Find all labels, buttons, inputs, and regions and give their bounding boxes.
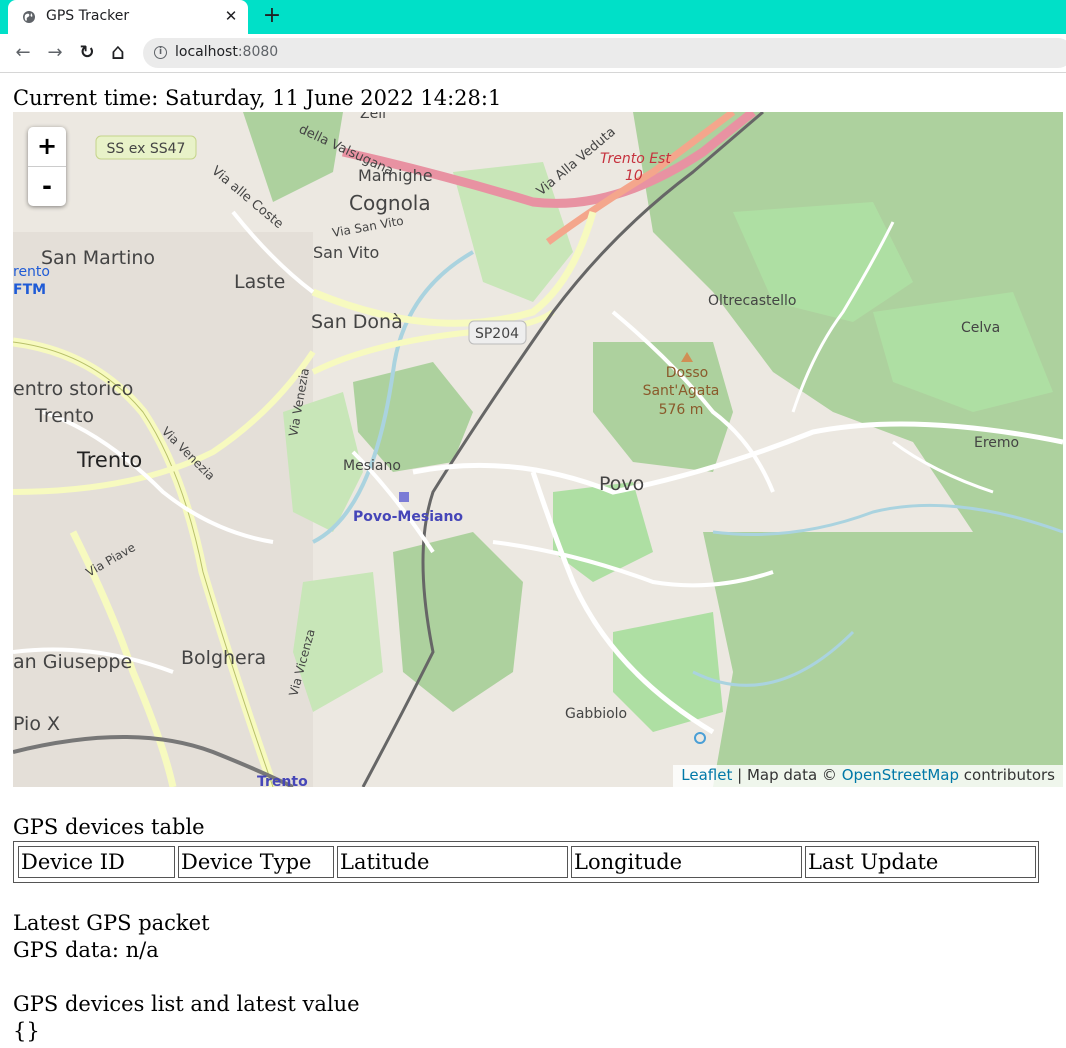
label-oltrecastello: Oltrecastello: [708, 293, 796, 309]
label-trento: Trento: [76, 448, 142, 472]
map[interactable]: SS ex SS47 della Valsugana Zell Marnighe…: [13, 112, 1063, 787]
zoom-in-button[interactable]: +: [28, 127, 66, 167]
label-pio-x: Pio X: [13, 713, 60, 735]
openstreetmap-link[interactable]: OpenStreetMap: [842, 766, 959, 784]
tab-bar: GPS Tracker ✕ +: [0, 0, 1066, 34]
label-ftm: FTM: [13, 282, 46, 298]
label-celva: Celva: [961, 320, 1000, 336]
address-bar[interactable]: i localhost:8080: [143, 38, 1066, 68]
label-sp204: SP204: [475, 326, 519, 342]
globe-icon: [23, 11, 35, 23]
label-ten: 10: [625, 168, 643, 184]
label-povo-mesiano: Povo-Mesiano: [353, 509, 463, 525]
table-header-latitude: Latitude: [337, 846, 568, 878]
devices-list-value: {}: [13, 1019, 40, 1043]
info-icon[interactable]: i: [154, 46, 167, 59]
label-eremo: Eremo: [974, 435, 1019, 451]
label-marnighe: Marnighe: [358, 166, 433, 185]
label-sant-agata: Sant'Agata: [643, 383, 720, 399]
devices-table: Device ID Device Type Latitude Longitude…: [13, 841, 1039, 883]
attribution-separator: | Map data ©: [732, 766, 842, 784]
latest-packet-title: Latest GPS packet: [13, 911, 210, 935]
label-rento: rento: [13, 264, 50, 280]
label-san-martino: San Martino: [41, 247, 155, 269]
reload-icon[interactable]: ↻: [77, 43, 97, 63]
label-centro-storico: entro storico: [13, 378, 133, 400]
devices-list-title: GPS devices list and latest value: [13, 992, 360, 1016]
label-cognola: Cognola: [349, 191, 431, 215]
table-header-device-type: Device Type: [178, 846, 334, 878]
label-zell: Zell: [360, 112, 386, 122]
label-ss47: SS ex SS47: [107, 141, 186, 157]
label-elevation: 576 m: [659, 402, 704, 418]
home-icon[interactable]: ⌂: [108, 42, 128, 64]
table-header-longitude: Longitude: [571, 846, 802, 878]
leaflet-link[interactable]: Leaflet: [681, 766, 732, 784]
label-trento-small: Trento: [34, 405, 94, 427]
new-tab-button[interactable]: +: [262, 5, 282, 27]
devices-table-title: GPS devices table: [13, 815, 205, 839]
label-san-giuseppe: an Giuseppe: [13, 651, 132, 673]
current-time: Current time: Saturday, 11 June 2022 14:…: [13, 86, 502, 110]
label-san-vito: San Vito: [313, 243, 379, 262]
label-gabbiolo: Gabbiolo: [565, 706, 627, 722]
label-laste: Laste: [234, 271, 285, 293]
zoom-out-button[interactable]: -: [28, 167, 66, 206]
attribution-tail: contributors: [959, 766, 1055, 784]
zoom-control: + -: [28, 127, 66, 206]
label-dosso: Dosso: [666, 365, 709, 381]
close-icon[interactable]: ✕: [222, 7, 240, 25]
label-mesiano: Mesiano: [343, 458, 401, 474]
back-arrow-icon[interactable]: ←: [13, 43, 33, 63]
label-povo: Povo: [599, 473, 644, 495]
forward-arrow-icon[interactable]: →: [45, 43, 65, 63]
table-header-last-update: Last Update: [805, 846, 1036, 878]
url-host: localhost: [175, 44, 238, 60]
label-trento-station: Trento: [257, 774, 308, 787]
browser-tab[interactable]: GPS Tracker ✕: [8, 0, 248, 34]
label-bolghera: Bolghera: [181, 647, 266, 669]
label-trento-est: Trento Est: [600, 151, 671, 167]
url-port: :8080: [237, 44, 279, 60]
map-attribution: Leaflet | Map data © OpenStreetMap contr…: [673, 765, 1063, 787]
gps-data: GPS data: n/a: [13, 938, 159, 962]
label-san-dona: San Donà: [311, 311, 403, 333]
map-tiles: SS ex SS47 della Valsugana Zell Marnighe…: [13, 112, 1063, 787]
url-text: localhost:8080: [175, 44, 278, 60]
browser-toolbar: ← → ↻ ⌂ i localhost:8080: [0, 34, 1066, 73]
table-header-device-id: Device ID: [18, 846, 175, 878]
tab-title: GPS Tracker: [46, 8, 130, 24]
